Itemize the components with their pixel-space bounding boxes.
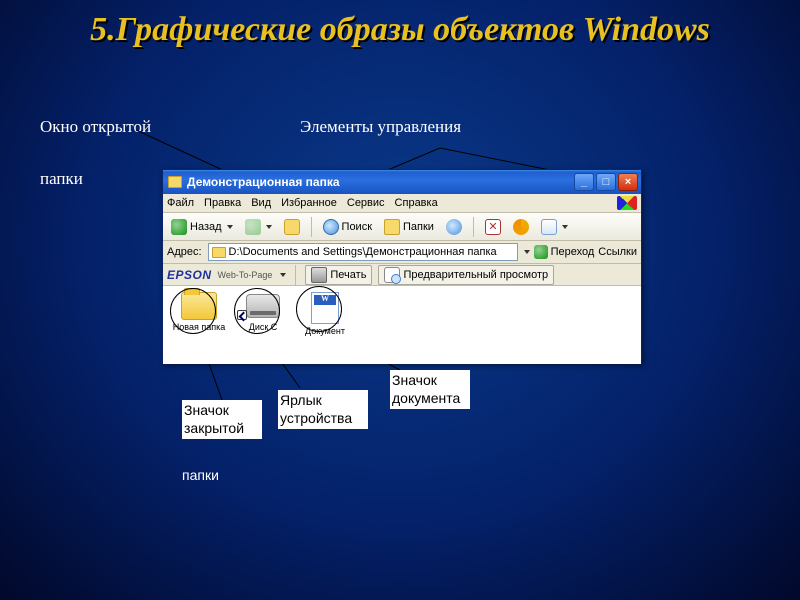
windows-flag-icon <box>617 196 637 210</box>
up-button[interactable] <box>280 217 304 237</box>
print-button[interactable]: Печать <box>305 265 372 285</box>
folders-icon <box>384 219 400 235</box>
menu-edit[interactable]: Правка <box>204 197 241 209</box>
caption-closed-folder-2: папки <box>182 467 242 485</box>
titlebar[interactable]: Демонстрационная папка _ □ × <box>163 170 641 194</box>
epson-brand: EPSON <box>167 268 212 282</box>
dropdown-icon[interactable] <box>524 250 530 254</box>
views-icon <box>541 219 557 235</box>
folders-button[interactable]: Папки <box>380 217 438 237</box>
forward-icon <box>245 219 261 235</box>
back-button[interactable]: Назад <box>167 217 237 237</box>
undo-button[interactable] <box>509 217 533 237</box>
go-button[interactable]: Переход <box>534 245 595 259</box>
caption-device-shortcut: Ярлык устройства <box>278 390 368 429</box>
forward-button[interactable] <box>241 217 276 237</box>
folder-icon <box>181 292 217 320</box>
views-button[interactable] <box>537 217 572 237</box>
sync-icon <box>446 219 462 235</box>
item-disk-c[interactable]: Диск С <box>235 292 291 332</box>
minimize-button[interactable]: _ <box>574 173 594 191</box>
x-icon: ✕ <box>485 219 501 235</box>
dropdown-icon[interactable] <box>280 273 286 277</box>
explorer-window: Демонстрационная папка _ □ × Файл Правка… <box>162 169 642 364</box>
address-path: D:\Documents and Settings\Демонстрационн… <box>229 246 497 258</box>
item-label: Документ <box>297 326 353 336</box>
item-new-folder[interactable]: Новая папка <box>171 292 227 332</box>
menu-favorites[interactable]: Избранное <box>281 197 337 209</box>
folder-icon <box>212 247 226 258</box>
separator <box>295 265 296 285</box>
links-label[interactable]: Ссылки <box>598 246 637 258</box>
folder-content[interactable]: Новая папка Диск С Документ <box>163 286 641 364</box>
address-bar: Адрес: D:\Documents and Settings\Демонст… <box>163 241 641 264</box>
label-controls: Элементы управления <box>300 116 461 138</box>
disk-icon <box>246 294 280 318</box>
back-icon <box>171 219 187 235</box>
address-field[interactable]: D:\Documents and Settings\Демонстрационн… <box>208 243 518 261</box>
toolbar: Назад Поиск Папки ✕ <box>163 213 641 241</box>
preview-icon <box>384 267 400 283</box>
preview-button[interactable]: Предварительный просмотр <box>378 265 554 285</box>
search-button[interactable]: Поиск <box>319 217 376 237</box>
document-icon <box>311 292 339 324</box>
caption-closed-folder: Значок закрытой <box>182 400 262 439</box>
caption-document-icon: Значок документа <box>390 370 470 409</box>
print-icon <box>311 267 327 283</box>
window-title: Демонстрационная папка <box>187 175 572 189</box>
address-label: Адрес: <box>167 246 202 258</box>
undo-icon <box>513 219 529 235</box>
cancel-button[interactable]: ✕ <box>481 217 505 237</box>
item-document[interactable]: Документ <box>297 292 353 336</box>
menubar: Файл Правка Вид Избранное Сервис Справка <box>163 194 641 213</box>
folder-icon <box>168 176 182 188</box>
label-open-folder-window: Окно открытой <box>40 116 151 138</box>
separator <box>473 217 474 237</box>
close-button[interactable]: × <box>618 173 638 191</box>
item-label: Диск С <box>235 322 291 332</box>
slide-title: 5.Графические образы объектов Windows <box>0 0 800 53</box>
menu-file[interactable]: Файл <box>167 197 194 209</box>
up-icon <box>284 219 300 235</box>
label-open-folder-window-2: папки <box>40 168 83 190</box>
search-icon <box>323 219 339 235</box>
item-label: Новая папка <box>171 322 227 332</box>
epson-sub: Web-To-Page <box>218 270 273 280</box>
menu-help[interactable]: Справка <box>395 197 438 209</box>
epson-toolbar: EPSON Web-To-Page Печать Предварительный… <box>163 264 641 286</box>
menu-service[interactable]: Сервис <box>347 197 385 209</box>
maximize-button[interactable]: □ <box>596 173 616 191</box>
menu-view[interactable]: Вид <box>251 197 271 209</box>
shortcut-arrow-icon <box>237 310 247 320</box>
sync-button[interactable] <box>442 217 466 237</box>
separator <box>311 217 312 237</box>
go-icon <box>534 245 548 259</box>
